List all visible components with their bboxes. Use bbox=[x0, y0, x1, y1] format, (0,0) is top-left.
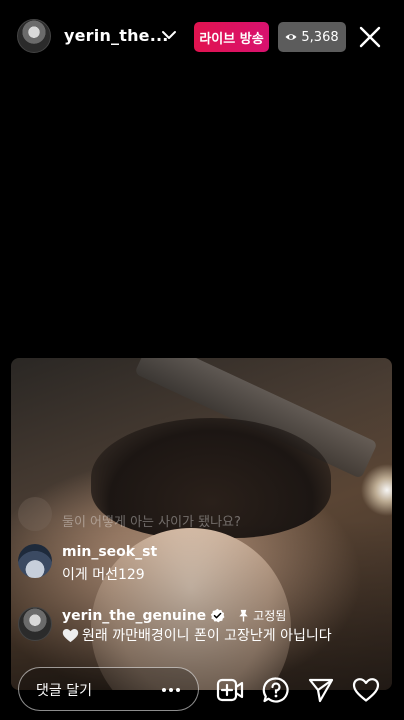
faded-comment-text: 둘이 어떻게 아는 사이가 됐나요? bbox=[62, 515, 241, 530]
viewer-count-badge[interactable]: 5,368 bbox=[278, 22, 346, 52]
heart-icon bbox=[352, 678, 380, 702]
chevron-down-icon[interactable] bbox=[160, 26, 178, 44]
viewer-count: 5,368 bbox=[301, 29, 339, 45]
comment-text: 이게 머선129 bbox=[62, 567, 145, 583]
eye-icon bbox=[285, 34, 297, 40]
like-button[interactable] bbox=[352, 676, 380, 704]
add-video-button[interactable] bbox=[216, 676, 244, 704]
more-icon[interactable] bbox=[160, 681, 182, 699]
question-icon bbox=[262, 677, 289, 703]
live-header: yerin_the... 라이브 방송 5,368 bbox=[0, 0, 404, 74]
share-button[interactable] bbox=[307, 676, 335, 704]
comment-text-row: 원래 까만배경이니 폰이 고장난게 아닙니다 bbox=[62, 625, 332, 645]
comment-avatar[interactable] bbox=[18, 544, 52, 578]
pinned-label: 고정됨 bbox=[253, 609, 287, 623]
heart-icon bbox=[62, 628, 79, 642]
pin-icon bbox=[239, 609, 248, 622]
comment-placeholder: 댓글 달기 bbox=[36, 683, 92, 699]
comment-username[interactable]: yerin_the_genuine bbox=[62, 608, 206, 624]
verified-icon bbox=[211, 608, 225, 623]
pinned-comment-header: yerin_the_genuine 고정됨 bbox=[62, 607, 286, 624]
pinned-indicator: 고정됨 bbox=[237, 607, 286, 624]
faded-comment-username bbox=[62, 494, 66, 507]
comment-input[interactable]: 댓글 달기 bbox=[18, 667, 199, 711]
add-video-icon bbox=[216, 678, 244, 702]
send-icon bbox=[308, 678, 334, 703]
comment-avatar[interactable] bbox=[18, 607, 52, 641]
host-avatar[interactable] bbox=[17, 19, 51, 53]
host-username[interactable]: yerin_the... bbox=[64, 26, 169, 45]
comment-text: 원래 까만배경이니 폰이 고장난게 아닙니다 bbox=[82, 628, 332, 644]
question-button[interactable] bbox=[262, 676, 290, 704]
comment-username[interactable]: min_seok_st bbox=[62, 544, 157, 560]
faded-comment-avatar bbox=[18, 497, 52, 531]
live-badge: 라이브 방송 bbox=[194, 22, 269, 52]
close-icon[interactable] bbox=[356, 23, 384, 51]
live-label: 라이브 방송 bbox=[199, 31, 264, 47]
